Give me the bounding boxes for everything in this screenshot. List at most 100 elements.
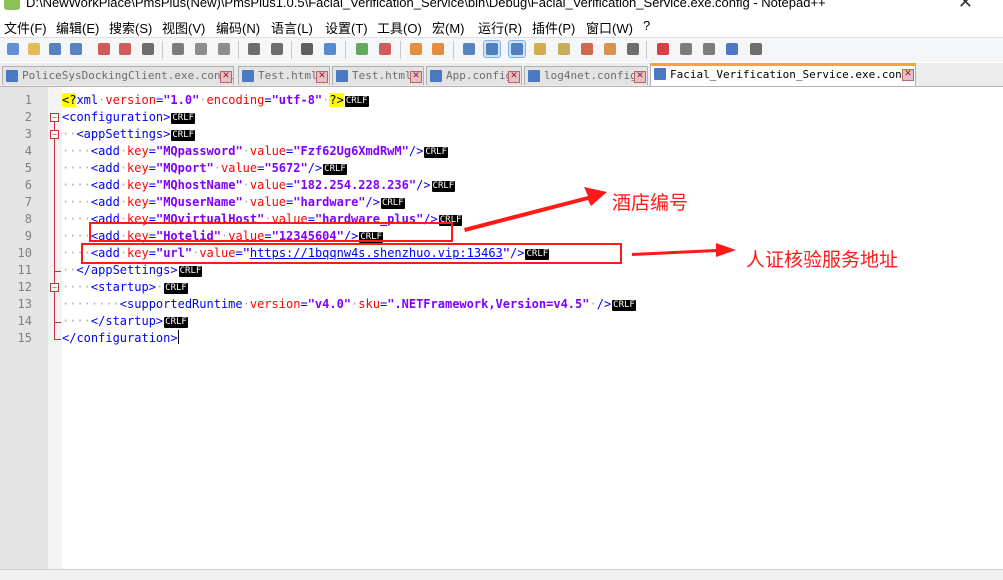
zoom-in-icon[interactable]: [354, 41, 370, 57]
line-number: 15: [17, 331, 32, 345]
code-token-val: "12345604": [271, 229, 344, 243]
code-token-attr: key: [127, 178, 149, 192]
window-close-button[interactable]: ✕: [958, 0, 973, 13]
tab-close-icon[interactable]: ✕: [410, 71, 422, 83]
indent-whitespace: ····: [62, 246, 91, 260]
code-token-val: "5672": [264, 161, 308, 175]
zoom-out-icon[interactable]: [377, 41, 393, 57]
language-icon[interactable]: [532, 41, 548, 57]
fold-toggle-configuration[interactable]: −: [50, 113, 59, 122]
toolbar-separator: [453, 41, 454, 59]
code-token-val: "url": [155, 246, 193, 260]
menu-item-11[interactable]: 窗口(W): [586, 18, 633, 37]
replace-icon[interactable]: [322, 41, 338, 57]
code-token-ws: ·: [213, 161, 221, 175]
menu-item-10[interactable]: 插件(P): [532, 18, 575, 37]
eol-marker: CRLF: [323, 164, 347, 175]
menu-item-8[interactable]: 宏(M): [432, 18, 465, 37]
paste-icon[interactable]: [216, 41, 232, 57]
code-token-tag: <add: [90, 229, 120, 243]
code-line: <?xml·version="1.0"·encoding="utf-8"·?> C…: [62, 92, 369, 109]
copy-icon[interactable]: [193, 41, 209, 57]
file-saved-icon: [528, 70, 540, 82]
redo-icon-glyph: [271, 43, 283, 55]
code-token-tag: <supportedRuntime: [119, 297, 243, 311]
fold-margin[interactable]: − − −: [48, 87, 62, 569]
code-token-attr: sku: [358, 297, 380, 311]
line-number: 1: [24, 93, 32, 107]
menu-item-5[interactable]: 语言(L): [271, 18, 313, 37]
save-icon[interactable]: [47, 41, 63, 57]
cut-icon-glyph: [172, 43, 184, 55]
eol-marker: CRLF: [164, 283, 188, 294]
run-macro-multiple-icon[interactable]: [724, 41, 740, 57]
code-token-ws: ·: [119, 212, 128, 226]
redo-icon[interactable]: [269, 41, 285, 57]
code-token-ws: ·: [242, 195, 250, 209]
find-icon[interactable]: [299, 41, 315, 57]
tab-close-icon[interactable]: ✕: [902, 69, 914, 81]
file-saved-icon: [6, 70, 18, 82]
tab-0[interactable]: PoliceSysDockingClient.exe.config ✕: [2, 66, 234, 85]
record-macro-icon[interactable]: [655, 41, 671, 57]
tab-label: PoliceSysDockingClient.exe.config: [22, 69, 234, 82]
tab-5[interactable]: Facial_Verification_Service.exe.config ✕: [650, 63, 916, 86]
tab-3[interactable]: App.config ✕: [426, 66, 522, 85]
file-saved-icon: [430, 70, 442, 82]
undo-icon[interactable]: [246, 41, 262, 57]
tab-close-icon[interactable]: ✕: [634, 71, 646, 83]
code-token-val: ": [502, 246, 511, 260]
print-icon[interactable]: [140, 41, 156, 57]
code-token-ws: ·: [242, 178, 250, 192]
code-token-val: "MQuserName": [155, 195, 243, 209]
fold-toggle-startup[interactable]: −: [50, 283, 59, 292]
code-token-tag: =: [148, 195, 156, 209]
play-macro-icon[interactable]: [701, 41, 717, 57]
code-line: ····<add·key="Hotelid"·value="12345604"/…: [62, 228, 383, 245]
cut-icon[interactable]: [170, 41, 186, 57]
tab-1[interactable]: Test.html ✕: [238, 66, 330, 85]
word-wrap-icon[interactable]: [461, 41, 477, 57]
new-file-icon[interactable]: [5, 41, 21, 57]
monitor-icon[interactable]: [625, 41, 641, 57]
tab-close-icon[interactable]: ✕: [508, 71, 520, 83]
text-editor[interactable]: <?xml·version="1.0"·encoding="utf-8"·?> C…: [62, 87, 1003, 569]
indent-whitespace: ··: [62, 127, 77, 141]
menu-item-12[interactable]: ?: [643, 18, 650, 33]
doc-map-icon[interactable]: [556, 41, 572, 57]
copy-icon-glyph: [195, 43, 207, 55]
function-list-icon[interactable]: [579, 41, 595, 57]
menu-item-7[interactable]: 工具(O): [377, 18, 422, 37]
fold-toggle-appsettings[interactable]: −: [50, 130, 59, 139]
open-file-icon-glyph: [28, 43, 40, 55]
save-macro-icon[interactable]: [748, 41, 764, 57]
show-all-chars-icon[interactable]: [483, 40, 501, 58]
code-token-url[interactable]: https://1bqqnw4s.shenzhuo.vip:13463: [250, 246, 503, 260]
tab-2[interactable]: Test.html ✕: [332, 66, 424, 85]
close-all-icon[interactable]: [117, 41, 133, 57]
tab-close-icon[interactable]: ✕: [316, 71, 328, 83]
stop-record-icon[interactable]: [678, 41, 694, 57]
menu-item-6[interactable]: 设置(T): [325, 18, 368, 37]
sync-horizontal-icon[interactable]: [430, 41, 446, 57]
menu-item-9[interactable]: 运行(R): [478, 18, 522, 37]
close-icon[interactable]: [96, 41, 112, 57]
folder-workspace-icon[interactable]: [602, 41, 618, 57]
open-file-icon[interactable]: [26, 41, 42, 57]
tab-label: App.config: [446, 69, 513, 82]
fold-end-mark: [54, 322, 61, 323]
save-all-icon[interactable]: [68, 41, 84, 57]
fold-guide-line: [54, 122, 55, 339]
menu-item-1[interactable]: 编辑(E): [56, 18, 99, 37]
indent-guide-icon[interactable]: [508, 40, 526, 58]
tab-close-icon[interactable]: ✕: [220, 71, 232, 83]
menu-item-3[interactable]: 视图(V): [162, 18, 205, 37]
menu-item-2[interactable]: 搜索(S): [109, 18, 152, 37]
code-token-tag: />: [510, 246, 525, 260]
menu-item-0[interactable]: 文件(F): [4, 18, 47, 37]
sync-vertical-icon[interactable]: [408, 41, 424, 57]
code-token-val: "Fzf62Ug6XmdRwM": [293, 144, 409, 158]
tab-4[interactable]: log4net.config ✕: [524, 66, 648, 85]
code-token-attr: version: [105, 93, 156, 107]
menu-item-4[interactable]: 编码(N): [216, 18, 260, 37]
